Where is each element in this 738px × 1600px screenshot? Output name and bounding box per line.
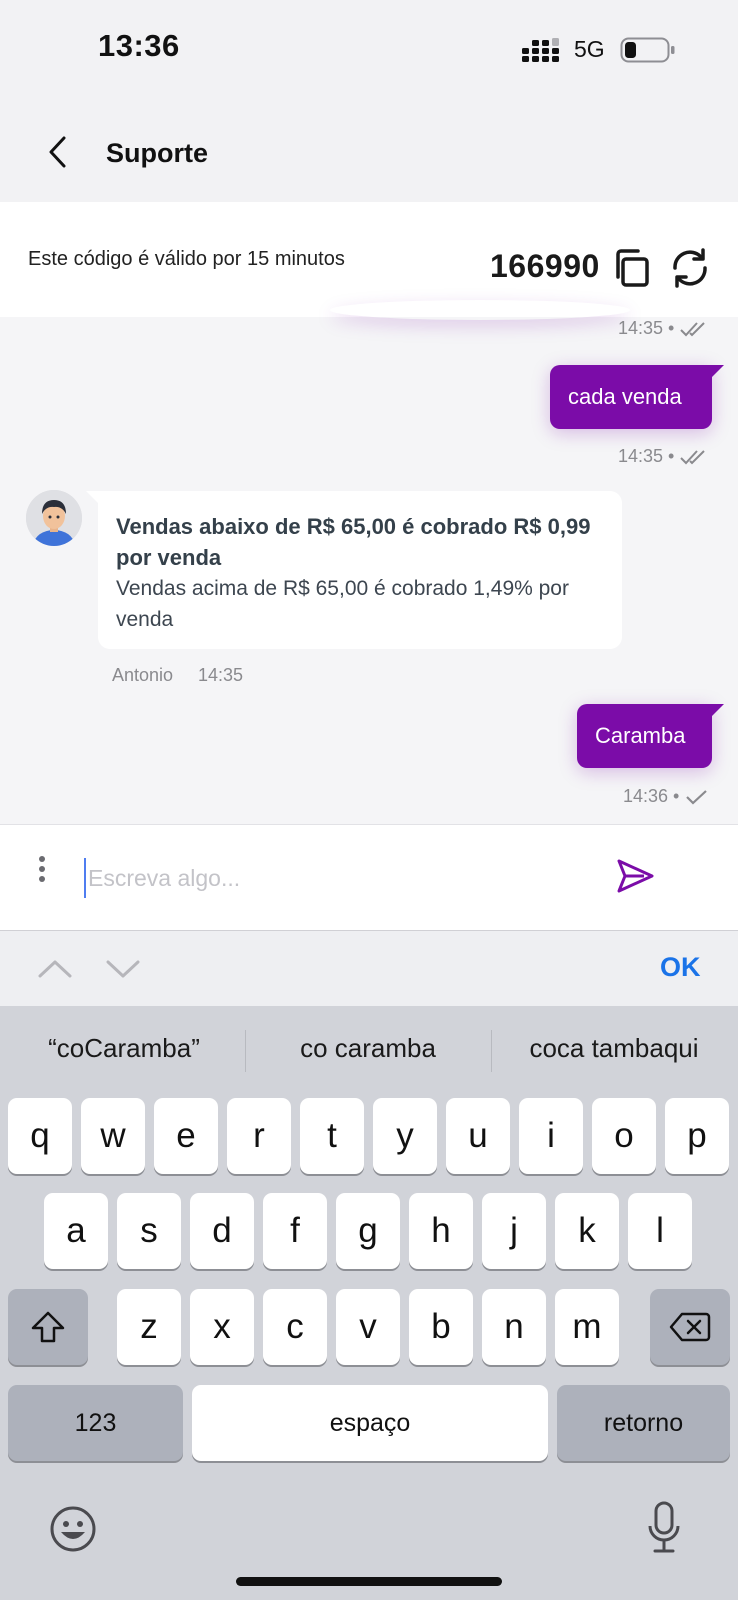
bubble-tail — [710, 365, 724, 379]
shift-icon — [31, 1311, 65, 1343]
key-g[interactable]: g — [336, 1193, 400, 1269]
code-validity-text: Este código é válido por 15 minutos — [28, 248, 345, 270]
refresh-icon — [673, 248, 707, 288]
key-w[interactable]: w — [81, 1098, 145, 1174]
backspace-key[interactable] — [650, 1289, 730, 1365]
key-h[interactable]: h — [409, 1193, 473, 1269]
key-u[interactable]: u — [446, 1098, 510, 1174]
copy-icon — [616, 249, 649, 287]
key-k[interactable]: k — [555, 1193, 619, 1269]
suggestion-2[interactable]: co caramba — [248, 1033, 488, 1064]
status-time: 13:36 — [98, 28, 180, 63]
key-v[interactable]: v — [336, 1289, 400, 1365]
message-text: cada venda — [568, 384, 682, 409]
message-meta: 14:35 • — [618, 446, 708, 467]
key-p[interactable]: p — [665, 1098, 729, 1174]
space-key[interactable]: espaço — [192, 1385, 548, 1461]
key-b[interactable]: b — [409, 1289, 473, 1365]
key-l[interactable]: l — [628, 1193, 692, 1269]
suggestion-3[interactable]: coca tambaqui — [494, 1033, 734, 1064]
key-f[interactable]: f — [263, 1193, 327, 1269]
more-options-button[interactable] — [28, 854, 56, 890]
key-r[interactable]: r — [227, 1098, 291, 1174]
battery-icon — [620, 36, 676, 69]
check-icon — [686, 789, 708, 805]
key-a[interactable]: a — [44, 1193, 108, 1269]
numbers-key[interactable]: 123 — [8, 1385, 183, 1461]
message-meta: 14:35 • — [618, 318, 708, 339]
message-text: Vendas acima de R$ 65,00 é cobrado 1,49%… — [116, 577, 569, 631]
key-s[interactable]: s — [117, 1193, 181, 1269]
message-time: 14:35 — [198, 665, 244, 685]
bubble-tail — [710, 704, 724, 718]
suggestion-divider — [491, 1030, 492, 1072]
message-time: 14:35 • — [618, 318, 675, 338]
refresh-code-button[interactable] — [668, 246, 712, 290]
key-j[interactable]: j — [482, 1193, 546, 1269]
send-button[interactable] — [614, 856, 658, 896]
message-text: Caramba — [595, 723, 686, 748]
outgoing-message[interactable]: Caramba — [577, 704, 712, 768]
outgoing-message[interactable]: cada venda — [550, 365, 712, 429]
next-field-button[interactable] — [104, 950, 142, 986]
key-e[interactable]: e — [154, 1098, 218, 1174]
key-y[interactable]: y — [373, 1098, 437, 1174]
message-text-bold: Vendas abaixo de R$ 65,00 é cobrado R$ 0… — [116, 514, 591, 570]
message-meta: 14:36 • — [623, 786, 709, 807]
previous-bubble-shadow — [330, 300, 630, 320]
agent-avatar — [26, 490, 82, 546]
key-i[interactable]: i — [519, 1098, 583, 1174]
support-code: 166990 — [490, 248, 600, 284]
key-o[interactable]: o — [592, 1098, 656, 1174]
shift-key[interactable] — [8, 1289, 88, 1365]
double-check-icon — [680, 449, 706, 464]
page-title: Suporte — [106, 138, 209, 168]
key-t[interactable]: t — [300, 1098, 364, 1174]
message-time: 14:36 • — [623, 786, 680, 806]
ok-button[interactable]: OK — [660, 952, 701, 983]
key-n[interactable]: n — [482, 1289, 546, 1365]
previous-field-button[interactable] — [36, 950, 74, 986]
more-vertical-icon — [39, 856, 45, 882]
chevron-down-icon — [106, 960, 140, 978]
incoming-message[interactable]: Vendas abaixo de R$ 65,00 é cobrado R$ 0… — [98, 491, 622, 649]
suggestion-divider — [245, 1030, 246, 1072]
chevron-up-icon — [38, 960, 72, 978]
back-icon — [49, 136, 66, 168]
key-z[interactable]: z — [117, 1289, 181, 1365]
back-button[interactable] — [36, 128, 80, 176]
home-indicator — [236, 1577, 502, 1586]
key-m[interactable]: m — [555, 1289, 619, 1365]
key-x[interactable]: x — [190, 1289, 254, 1365]
emoji-icon — [50, 1506, 96, 1552]
message-input[interactable] — [84, 858, 584, 898]
network-type: 5G — [574, 36, 605, 62]
double-check-icon — [680, 321, 706, 336]
suggestion-1[interactable]: “coCaramba” — [4, 1033, 244, 1064]
key-d[interactable]: d — [190, 1193, 254, 1269]
microphone-icon — [648, 1501, 680, 1553]
copy-code-button[interactable] — [610, 246, 654, 290]
send-icon — [617, 859, 654, 893]
key-q[interactable]: q — [8, 1098, 72, 1174]
sender-name: Antonio — [112, 665, 174, 685]
key-c[interactable]: c — [263, 1289, 327, 1365]
dictation-button[interactable] — [646, 1500, 682, 1556]
backspace-icon — [669, 1312, 711, 1342]
return-key[interactable]: retorno — [557, 1385, 730, 1461]
signal-icon — [522, 38, 562, 69]
emoji-button[interactable] — [48, 1504, 98, 1554]
message-time: 14:35 • — [618, 446, 675, 466]
